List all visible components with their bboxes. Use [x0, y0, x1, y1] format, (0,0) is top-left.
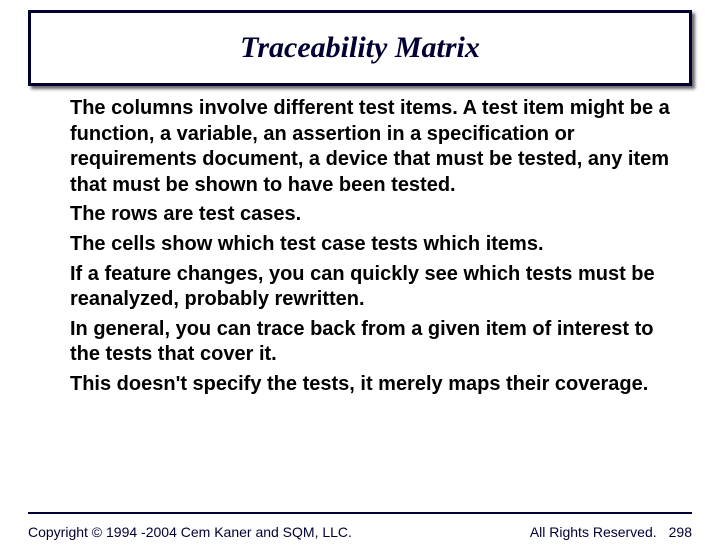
- copyright-text: Copyright © 1994 -2004 Cem Kaner and SQM…: [28, 524, 352, 540]
- paragraph: In general, you can trace back from a gi…: [70, 317, 670, 368]
- paragraph: The rows are test cases.: [70, 202, 670, 228]
- rights-text: All Rights Reserved.: [530, 524, 657, 540]
- title-box: Traceability Matrix: [28, 10, 692, 86]
- paragraph: If a feature changes, you can quickly se…: [70, 262, 670, 313]
- footer: Copyright © 1994 -2004 Cem Kaner and SQM…: [28, 524, 692, 540]
- paragraph: The cells show which test case tests whi…: [70, 232, 670, 258]
- page-title: Traceability Matrix: [31, 31, 689, 65]
- page-number: 298: [669, 524, 692, 540]
- slide-body: The columns involve different test items…: [70, 96, 670, 398]
- paragraph: The columns involve different test items…: [70, 96, 670, 198]
- paragraph: This doesn't specify the tests, it merel…: [70, 372, 670, 398]
- divider: [28, 512, 692, 514]
